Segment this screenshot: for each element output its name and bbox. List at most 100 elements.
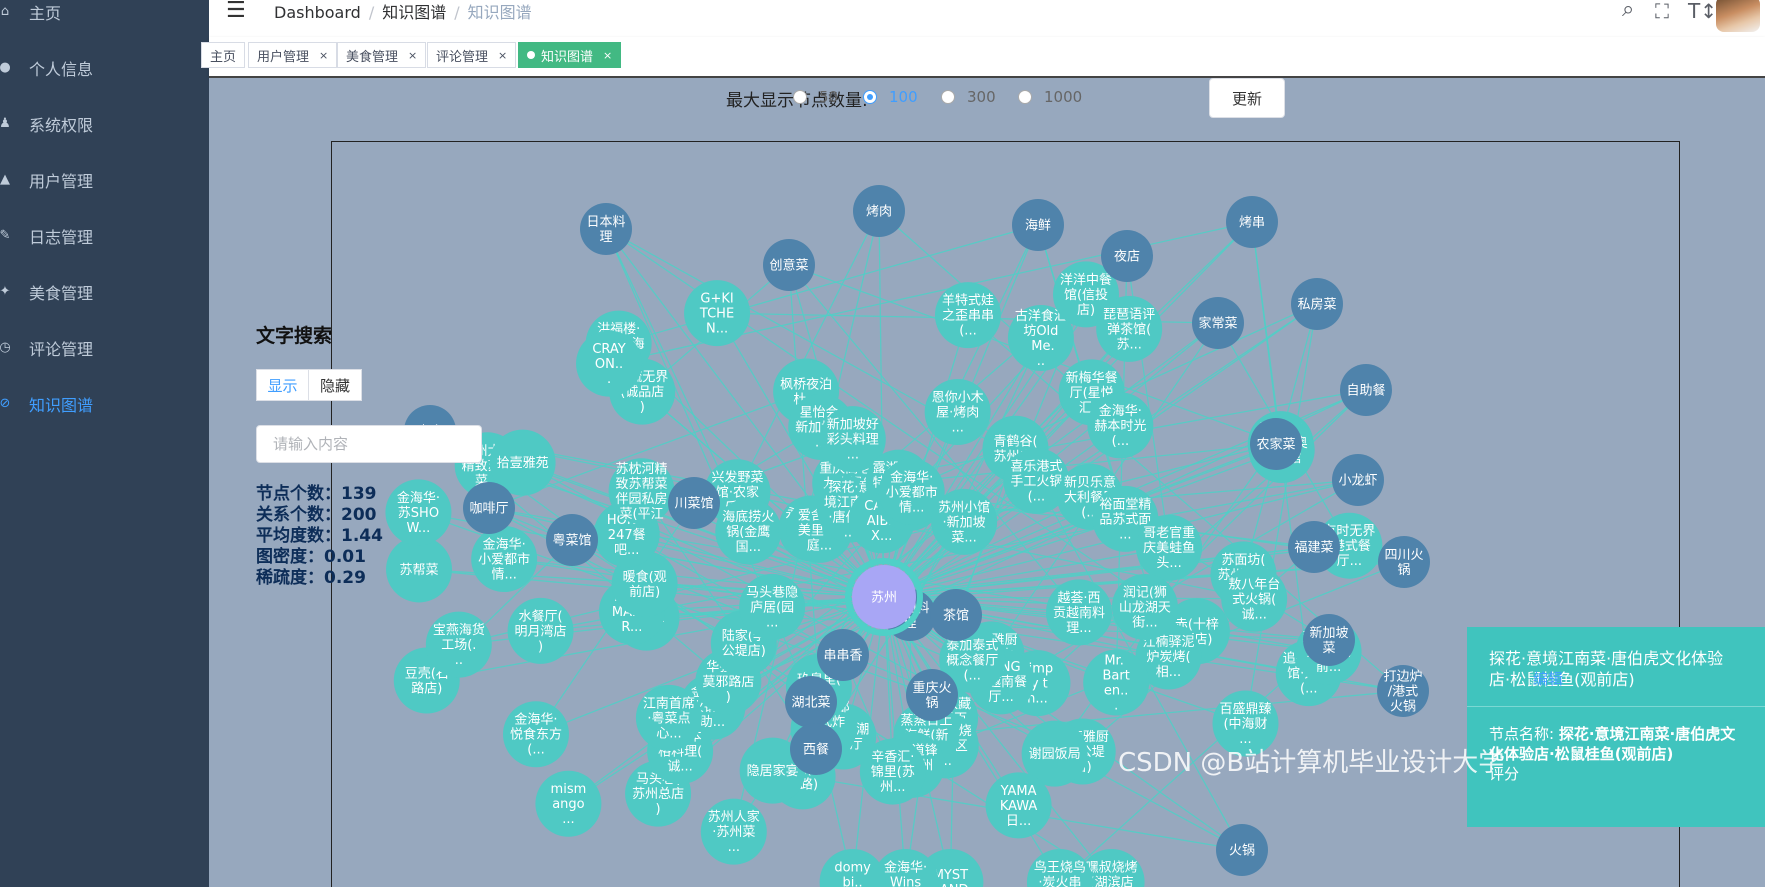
search-title: 文字搜索 xyxy=(256,325,333,347)
tag-label: 用户管理 xyxy=(257,49,310,65)
restaurant-node-label: 谢园饭局 xyxy=(1029,746,1081,762)
stat-row: 稀疏度：0.29 xyxy=(256,568,383,589)
active-dot-icon xyxy=(527,51,535,59)
avatar[interactable] xyxy=(1716,0,1760,32)
search-input[interactable] xyxy=(256,425,482,463)
close-icon[interactable]: × xyxy=(603,49,612,62)
node-limit-option-1[interactable]: 100 xyxy=(863,88,918,106)
tags-view: 主页 用户管理 × 美食管理 × 评论管理 × 知识图谱 × xyxy=(201,37,1765,78)
category-node-label: 湖北菜 xyxy=(791,696,830,711)
user-admin-icon: ▲ xyxy=(0,172,10,187)
sidebar-item-4[interactable]: ✎ 日志管理 xyxy=(0,204,209,267)
category-node-label: 茶馆 xyxy=(943,608,969,624)
close-icon[interactable]: × xyxy=(319,49,328,62)
restaurant-node-label: 鸟王烧鸟·炭火串烧... xyxy=(1034,860,1086,887)
stat-row: 图密度：0.01 xyxy=(256,547,383,568)
home-icon: ⌂ xyxy=(0,4,10,19)
update-button[interactable]: 更新 xyxy=(1209,78,1285,118)
restaurant-node-label: 拾壹雅苑 xyxy=(497,456,549,471)
restaurant-node-label: 暖食(观前店) xyxy=(623,569,667,600)
category-node-label: 农家菜 xyxy=(1256,437,1295,453)
watermark: CSDN @B站计算机毕业设计大学 xyxy=(1118,748,1505,778)
sidebar-item-6[interactable]: ◷ 评论管理 xyxy=(0,316,209,379)
category-node-label: 咖啡厅 xyxy=(469,502,508,517)
node-limit-option-3[interactable]: 1000 xyxy=(1018,88,1082,106)
node-detail-panel: 探花·意境江南菜·唐伯虎文化体验店·松鼠桂鱼(观前店) 节点名称: 探花·意境江… xyxy=(1467,627,1765,827)
sidebar-item-3[interactable]: ▲ 用户管理 xyxy=(0,148,209,211)
detail-title: 探花·意境江南菜·唐伯虎文化体验店·松鼠桂鱼(观前店) xyxy=(1489,649,1724,689)
sidebar-item-7[interactable]: ⊘ 知识图谱 xyxy=(0,372,209,435)
close-icon[interactable]: × xyxy=(498,49,507,62)
category-node-label: 福建菜 xyxy=(1294,541,1333,556)
breadcrumb-dashboard[interactable]: Dashboard xyxy=(274,3,361,22)
graph-stats: 节点个数：139 关系个数：200 平均度数：1.44 图密度：0.01 稀疏度：0.2… xyxy=(256,484,383,589)
node-limit-option-0[interactable]: 50 xyxy=(793,88,838,106)
category-node-label: 自助餐 xyxy=(1346,383,1385,399)
category-node-label: 火锅 xyxy=(1229,843,1255,859)
detail-edit-link[interactable]: 编辑 xyxy=(1533,668,1563,689)
category-node-label: 海鲜 xyxy=(1025,219,1051,234)
tag-0[interactable]: 主页 xyxy=(201,42,246,68)
radio-label: 300 xyxy=(967,88,996,106)
sidebar-item-label: 评论管理 xyxy=(29,339,94,359)
tag-4[interactable]: 知识图谱 × xyxy=(518,42,622,68)
sidebar-item-label: 日志管理 xyxy=(29,227,94,247)
category-node-label: 私房菜 xyxy=(1297,297,1336,313)
stat-label: 关系个数： xyxy=(256,505,341,525)
graph-icon: ⊘ xyxy=(0,396,11,411)
breadcrumb-current: 知识图谱 xyxy=(467,3,532,22)
stat-label: 图密度： xyxy=(256,547,324,567)
navbar: ☰ Dashboard / 知识图谱 / 知识图谱 ⌕ ⛶ T↕ xyxy=(209,0,1765,38)
sidebar-item-2[interactable]: ♟ 系统权限 xyxy=(0,92,209,155)
search-toggle: 显示 隐藏 xyxy=(256,369,362,401)
breadcrumb-knowledge-graph[interactable]: 知识图谱 xyxy=(382,3,446,22)
detail-body: 节点名称: 探花·意境江南菜·唐伯虎文化体验店·松鼠桂鱼(观前店) 评分 xyxy=(1489,724,1749,784)
stat-value: 200 xyxy=(341,505,377,525)
hide-toggle-button[interactable]: 隐藏 xyxy=(309,369,362,401)
search-icon[interactable]: ⌕ xyxy=(1622,0,1634,22)
detail-divider xyxy=(1467,706,1765,707)
food-icon: ✦ xyxy=(0,284,11,299)
sidebar-item-label: 知识图谱 xyxy=(29,395,94,415)
restaurant-node-label: 隐居家宴 xyxy=(747,763,799,779)
stat-row: 节点个数：139 xyxy=(256,484,383,505)
radio-icon[interactable] xyxy=(793,90,807,104)
tag-label: 知识图谱 xyxy=(541,49,594,65)
detail-extra-label: 评分 xyxy=(1489,765,1520,783)
category-node-label: 粤菜馆 xyxy=(552,533,591,549)
show-toggle-button[interactable]: 显示 xyxy=(256,369,309,401)
user-icon: ● xyxy=(0,60,11,75)
font-size-icon[interactable]: T↕ xyxy=(1688,0,1717,23)
category-node-label: 烤肉 xyxy=(866,205,892,220)
tag-3[interactable]: 评论管理 × xyxy=(427,42,517,68)
radio-label: 50 xyxy=(819,88,839,106)
people-icon: ♟ xyxy=(0,116,11,131)
sidebar-item-label: 用户管理 xyxy=(29,171,94,191)
tag-1[interactable]: 用户管理 × xyxy=(248,42,338,68)
radio-icon[interactable] xyxy=(941,90,955,104)
hamburger-icon[interactable]: ☰ xyxy=(226,0,246,23)
radio-icon[interactable] xyxy=(1018,90,1032,104)
restaurant-node-label: 金海华·Winsu... xyxy=(884,860,927,887)
sidebar-item-label: 个人信息 xyxy=(29,59,94,79)
sidebar-item-5[interactable]: ✦ 美食管理 xyxy=(0,260,209,323)
stat-value: 139 xyxy=(341,484,377,504)
stat-value: 0.29 xyxy=(324,568,366,588)
sidebar-item-label: 系统权限 xyxy=(29,115,94,135)
category-node-label: 小龙虾 xyxy=(1338,474,1377,489)
stat-row: 关系个数：200 xyxy=(256,505,383,526)
radio-icon[interactable] xyxy=(863,90,877,104)
sidebar-item-1[interactable]: ● 个人信息 xyxy=(0,36,209,99)
stat-value: 1.44 xyxy=(341,526,383,546)
category-node-label: 川菜馆 xyxy=(674,497,713,512)
category-node-label: 家常菜 xyxy=(1198,316,1237,332)
close-icon[interactable]: × xyxy=(408,49,417,62)
log-icon: ✎ xyxy=(0,228,11,243)
fullscreen-icon[interactable]: ⛶ xyxy=(1655,0,1669,23)
tag-2[interactable]: 美食管理 × xyxy=(337,42,427,68)
detail-name-label: 节点名称: xyxy=(1489,725,1555,743)
category-node-label: 烤串 xyxy=(1239,216,1265,231)
breadcrumb: Dashboard / 知识图谱 / 知识图谱 xyxy=(274,3,532,22)
node-limit-option-2[interactable]: 300 xyxy=(941,88,996,106)
category-node-label: 西餐 xyxy=(803,742,829,758)
